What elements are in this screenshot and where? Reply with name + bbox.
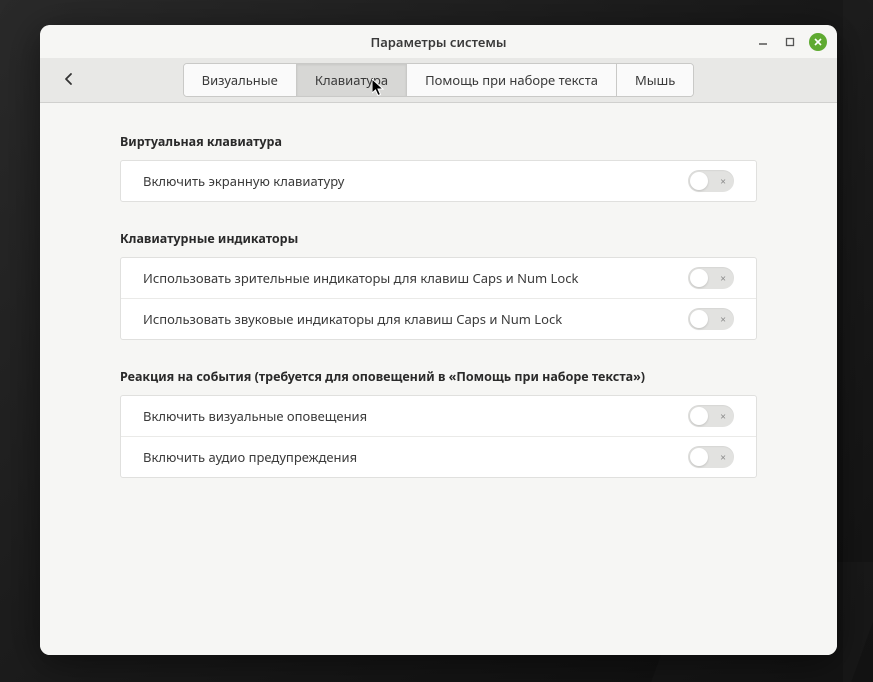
close-icon	[813, 37, 823, 47]
option-audio-alerts: Включить аудио предупреждения ×	[121, 437, 756, 477]
section-title: Виртуальная клавиатура	[120, 133, 757, 150]
back-button[interactable]	[62, 69, 76, 91]
maximize-icon	[785, 37, 795, 47]
option-list: Использовать зрительные индикаторы для к…	[120, 257, 757, 340]
tab-typing-assist[interactable]: Помощь при наборе текста	[407, 64, 617, 96]
settings-window: Параметры системы Визуальные Клавиатура …	[40, 25, 837, 655]
option-audio-caps-num: Использовать звуковые индикаторы для кла…	[121, 299, 756, 339]
tab-mouse[interactable]: Мышь	[617, 64, 693, 96]
option-list: Включить экранную клавиатуру ×	[120, 160, 757, 202]
toggle-off-icon: ×	[720, 176, 726, 186]
toggle-knob	[690, 172, 708, 190]
option-label: Использовать звуковые индикаторы для кла…	[143, 310, 562, 328]
toggle-audio-caps-num[interactable]: ×	[688, 308, 734, 330]
toggle-off-icon: ×	[720, 452, 726, 462]
section-event-alerts: Реакция на события (требуется для оповещ…	[120, 368, 757, 478]
option-visual-caps-num: Использовать зрительные индикаторы для к…	[121, 258, 756, 299]
navbar: Визуальные Клавиатура Помощь при наборе …	[40, 58, 837, 103]
toggle-knob	[690, 448, 708, 466]
toggle-audio-alerts[interactable]: ×	[688, 446, 734, 468]
option-visual-alerts: Включить визуальные оповещения ×	[121, 396, 756, 437]
window-title: Параметры системы	[370, 33, 506, 51]
toggle-onscreen-keyboard[interactable]: ×	[688, 170, 734, 192]
tab-visual[interactable]: Визуальные	[184, 64, 297, 96]
toggle-knob	[690, 407, 708, 425]
option-label: Включить визуальные оповещения	[143, 407, 367, 425]
content-area: Виртуальная клавиатура Включить экранную…	[40, 103, 837, 655]
maximize-button[interactable]	[782, 34, 797, 49]
titlebar: Параметры системы	[40, 25, 837, 58]
option-list: Включить визуальные оповещения × Включит…	[120, 395, 757, 478]
option-enable-onscreen-keyboard: Включить экранную клавиатуру ×	[121, 161, 756, 201]
toggle-knob	[690, 310, 708, 328]
toggle-visual-caps-num[interactable]: ×	[688, 267, 734, 289]
close-button[interactable]	[809, 33, 827, 51]
option-label: Включить аудио предупреждения	[143, 448, 357, 466]
minimize-button[interactable]	[755, 34, 770, 49]
toggle-knob	[690, 269, 708, 287]
toggle-visual-alerts[interactable]: ×	[688, 405, 734, 427]
tab-strip: Визуальные Клавиатура Помощь при наборе …	[183, 63, 695, 97]
toggle-off-icon: ×	[720, 273, 726, 283]
tab-keyboard[interactable]: Клавиатура	[297, 64, 407, 96]
window-controls	[755, 33, 827, 51]
section-keyboard-indicators: Клавиатурные индикаторы Использовать зри…	[120, 230, 757, 340]
option-label: Включить экранную клавиатуру	[143, 172, 344, 190]
section-title: Клавиатурные индикаторы	[120, 230, 757, 247]
section-virtual-keyboard: Виртуальная клавиатура Включить экранную…	[120, 133, 757, 202]
section-title: Реакция на события (требуется для оповещ…	[120, 368, 757, 385]
toggle-off-icon: ×	[720, 314, 726, 324]
option-label: Использовать зрительные индикаторы для к…	[143, 269, 578, 287]
chevron-left-icon	[62, 72, 76, 86]
minimize-icon	[758, 37, 768, 47]
toggle-off-icon: ×	[720, 411, 726, 421]
